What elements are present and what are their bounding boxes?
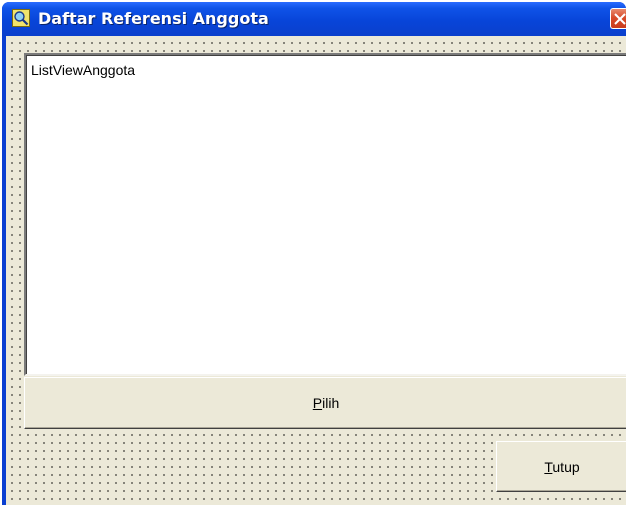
close-icon	[614, 13, 626, 25]
form-window: Daftar Referensi Anggota ListViewAnggota…	[2, 2, 626, 505]
close-button[interactable]	[610, 8, 626, 29]
tutup-button[interactable]: Tutup	[496, 441, 626, 492]
title-bar[interactable]: Daftar Referensi Anggota	[2, 2, 626, 36]
search-app-icon	[12, 9, 30, 27]
member-listview[interactable]: ListViewAnggota	[24, 53, 626, 376]
pilih-button[interactable]: Pilih	[24, 377, 626, 429]
pilih-button-label: Pilih	[313, 395, 339, 411]
tutup-button-label: Tutup	[544, 459, 579, 475]
pilih-label-rest: ilih	[322, 395, 340, 411]
form-client-area: ListViewAnggota Pilih Tutup	[6, 36, 626, 505]
listview-caption: ListViewAnggota	[31, 62, 136, 78]
window-title: Daftar Referensi Anggota	[38, 9, 269, 28]
tutup-label-rest: utup	[552, 458, 580, 475]
pilih-accelerator: P	[312, 395, 323, 411]
